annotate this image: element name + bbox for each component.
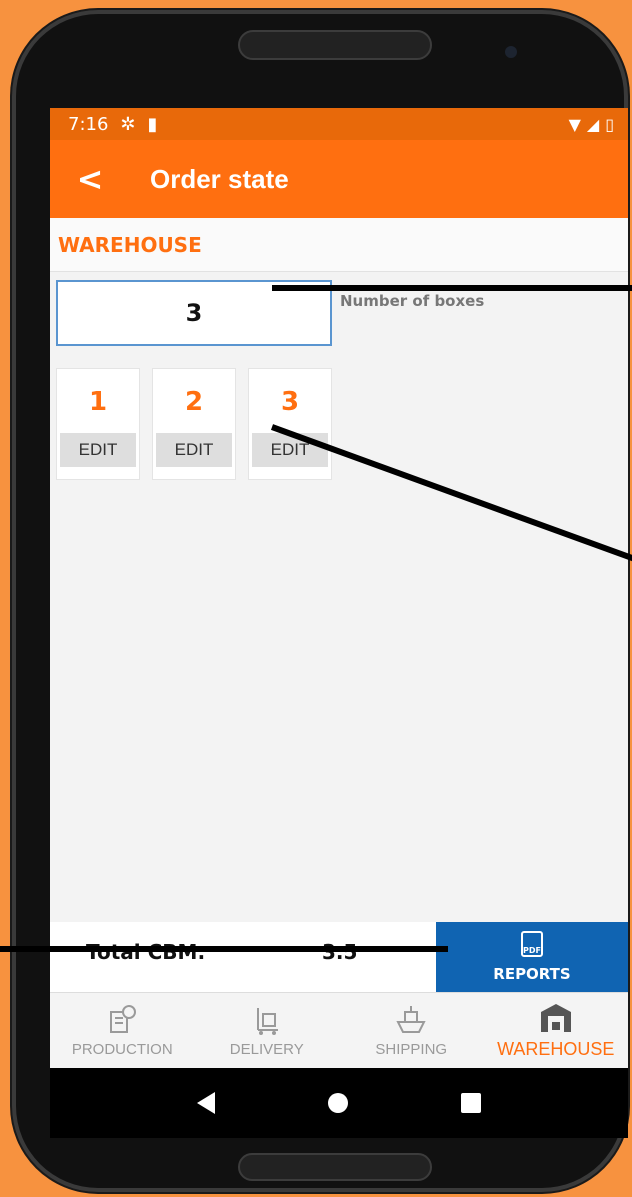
front-camera (505, 46, 517, 58)
box-card: 3 EDIT (248, 368, 332, 480)
box-number: 3 (280, 387, 300, 417)
total-cbm-label: Total CBM: (86, 940, 206, 964)
back-icon[interactable]: < (50, 160, 130, 198)
system-nav-bar (50, 1068, 628, 1138)
annotation-line (272, 285, 632, 291)
sd-card-icon: ▮ (147, 113, 158, 135)
box-cards: 1 EDIT 2 EDIT 3 EDIT (56, 368, 332, 480)
tab-production[interactable]: PRODUCTION (50, 993, 195, 1068)
reports-button[interactable]: PDF REPORTS (436, 922, 628, 992)
earpiece-speaker (238, 30, 432, 60)
signal-icon: ◢ (586, 114, 600, 134)
status-bar: 7:16 ✲ ▮ ▼ ◢ ▯ (50, 108, 628, 140)
bottom-tab-bar: PRODUCTION DELIVERY SHIPPING WAREHOUSE (50, 992, 628, 1068)
edit-box-button[interactable]: EDIT (60, 433, 136, 467)
tab-label: PRODUCTION (71, 1041, 173, 1058)
number-of-boxes-label: Number of boxes (340, 292, 485, 310)
edit-box-button[interactable]: EDIT (156, 433, 232, 467)
section-title: WAREHOUSE (50, 218, 628, 272)
tab-delivery[interactable]: DELIVERY (195, 993, 340, 1068)
edit-box-button[interactable]: EDIT (252, 433, 328, 467)
shipping-icon (395, 1003, 427, 1037)
battery-icon: ▯ (605, 114, 614, 134)
nav-back-icon[interactable] (196, 1092, 215, 1114)
total-cbm: Total CBM: 3.5 (50, 922, 436, 992)
phone-frame: 7:16 ✲ ▮ ▼ ◢ ▯ < Order state WAREHOUSE 3… (12, 10, 628, 1192)
nav-recents-icon[interactable] (461, 1093, 482, 1113)
delivery-icon (252, 1003, 282, 1037)
wifi-icon: ▼ (568, 114, 581, 134)
screen: 7:16 ✲ ▮ ▼ ◢ ▯ < Order state WAREHOUSE 3… (50, 108, 628, 1138)
box-number: 2 (184, 387, 204, 417)
total-cbm-value: 3.5 (322, 940, 358, 964)
status-time: 7:16 (68, 113, 109, 135)
settings-icon: ✲ (120, 113, 136, 135)
reports-label: REPORTS (493, 965, 571, 983)
tab-warehouse[interactable]: WAREHOUSE (484, 993, 629, 1068)
tab-label: DELIVERY (229, 1041, 304, 1058)
bottom-speaker (238, 1153, 432, 1181)
tab-shipping[interactable]: SHIPPING (339, 993, 484, 1068)
totals-bar: Total CBM: 3.5 PDF REPORTS (50, 922, 628, 992)
pdf-icon: PDF (521, 931, 543, 957)
page-title: Order state (150, 163, 289, 194)
app-bar: < Order state (50, 140, 628, 218)
annotation-line (0, 946, 448, 952)
box-number: 1 (88, 387, 108, 417)
nav-home-icon[interactable] (327, 1093, 348, 1113)
box-card: 1 EDIT (56, 368, 140, 480)
tab-label: SHIPPING (375, 1041, 448, 1058)
box-card: 2 EDIT (152, 368, 236, 480)
warehouse-icon (539, 1001, 573, 1035)
tab-label: WAREHOUSE (497, 1039, 615, 1059)
production-icon (107, 1003, 137, 1037)
number-of-boxes-row: 3 Number of boxes (50, 272, 628, 352)
